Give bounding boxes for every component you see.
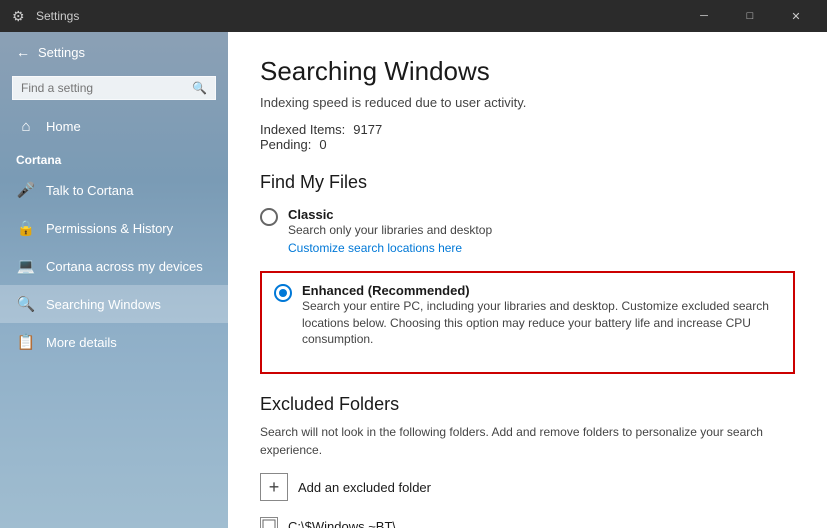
- enhanced-title: Enhanced (Recommended): [302, 283, 781, 298]
- sidebar-item-label: More details: [46, 335, 117, 350]
- sidebar-item-label: Permissions & History: [46, 221, 173, 236]
- sidebar-item-label: Searching Windows: [46, 297, 161, 312]
- sidebar-item-permissions-history[interactable]: 🔒 Permissions & History: [0, 209, 228, 247]
- indexing-status: Indexing speed is reduced due to user ac…: [260, 95, 795, 110]
- indexed-label: Indexed Items:: [260, 122, 345, 137]
- indexed-value: 9177: [353, 122, 382, 137]
- folder-icon-1: [262, 519, 276, 528]
- sidebar-back-label: Settings: [38, 45, 85, 60]
- home-label: Home: [46, 119, 81, 134]
- classic-content: Classic Search only your libraries and d…: [288, 207, 795, 257]
- add-folder-label: Add an excluded folder: [298, 480, 431, 495]
- search-nav-icon: 🔍: [16, 295, 36, 313]
- sidebar-item-cortana-devices[interactable]: 💻 Cortana across my devices: [0, 247, 228, 285]
- enhanced-box: Enhanced (Recommended) Search your entir…: [260, 271, 795, 374]
- sidebar-item-label: Cortana across my devices: [46, 259, 203, 274]
- classic-title: Classic: [288, 207, 795, 222]
- pending-value: 0: [319, 137, 326, 152]
- sidebar-item-label: Talk to Cortana: [46, 183, 133, 198]
- home-icon: ⌂: [16, 118, 36, 135]
- excluded-section: Excluded Folders Search will not look in…: [260, 394, 795, 528]
- sidebar-item-more-details[interactable]: 📋 More details: [0, 323, 228, 361]
- enhanced-content: Enhanced (Recommended) Search your entir…: [302, 283, 781, 348]
- enhanced-radio[interactable]: [274, 284, 292, 302]
- titlebar: ⚙ Settings ─ □ ✕: [0, 0, 827, 32]
- enhanced-desc: Search your entire PC, including your li…: [302, 298, 781, 348]
- folder-name-1: C:\$Windows.~BT\: [288, 519, 396, 528]
- titlebar-controls: ─ □ ✕: [681, 0, 819, 32]
- add-folder-button[interactable]: + Add an excluded folder: [260, 473, 795, 501]
- devices-icon: 💻: [16, 257, 36, 275]
- search-input[interactable]: [21, 81, 192, 95]
- folder-checkbox-1[interactable]: [260, 517, 278, 528]
- sidebar: ← Settings 🔍 ⌂ Home Cortana 🎤 Talk to Co…: [0, 32, 228, 528]
- back-icon: ←: [16, 44, 30, 60]
- classic-radio[interactable]: [260, 208, 278, 226]
- sidebar-search[interactable]: 🔍: [12, 76, 216, 100]
- sidebar-item-home[interactable]: ⌂ Home: [0, 108, 228, 145]
- titlebar-left: ⚙ Settings: [12, 8, 79, 24]
- main-content: Searching Windows Indexing speed is redu…: [228, 32, 827, 528]
- pending-row: Pending: 0: [260, 137, 795, 152]
- minimize-button[interactable]: ─: [681, 0, 727, 32]
- more-icon: 📋: [16, 333, 36, 351]
- page-title: Searching Windows: [260, 56, 795, 87]
- classic-desc: Search only your libraries and desktop: [288, 222, 795, 239]
- stats-block: Indexed Items: 9177 Pending: 0: [260, 122, 795, 152]
- add-icon: +: [260, 473, 288, 501]
- search-icon: 🔍: [192, 81, 207, 95]
- find-my-files-title: Find My Files: [260, 172, 795, 193]
- cortana-section-label: Cortana: [0, 145, 228, 171]
- titlebar-title: Settings: [36, 9, 79, 23]
- microphone-icon: 🎤: [16, 181, 36, 199]
- folder-item-1: C:\$Windows.~BT\: [260, 517, 795, 528]
- app-body: ← Settings 🔍 ⌂ Home Cortana 🎤 Talk to Co…: [0, 32, 827, 528]
- customize-link[interactable]: Customize search locations here: [288, 241, 462, 255]
- sidebar-item-talk-to-cortana[interactable]: 🎤 Talk to Cortana: [0, 171, 228, 209]
- indexed-items-row: Indexed Items: 9177: [260, 122, 795, 137]
- maximize-button[interactable]: □: [727, 0, 773, 32]
- pending-label: Pending:: [260, 137, 311, 152]
- sidebar-back[interactable]: ← Settings: [0, 32, 228, 72]
- close-button[interactable]: ✕: [773, 0, 819, 32]
- settings-icon: ⚙: [12, 8, 28, 24]
- enhanced-option: Enhanced (Recommended) Search your entir…: [274, 283, 781, 348]
- permissions-icon: 🔒: [16, 219, 36, 237]
- excluded-title: Excluded Folders: [260, 394, 795, 415]
- sidebar-item-searching-windows[interactable]: 🔍 Searching Windows: [0, 285, 228, 323]
- excluded-desc: Search will not look in the following fo…: [260, 423, 795, 459]
- classic-option: Classic Search only your libraries and d…: [260, 207, 795, 257]
